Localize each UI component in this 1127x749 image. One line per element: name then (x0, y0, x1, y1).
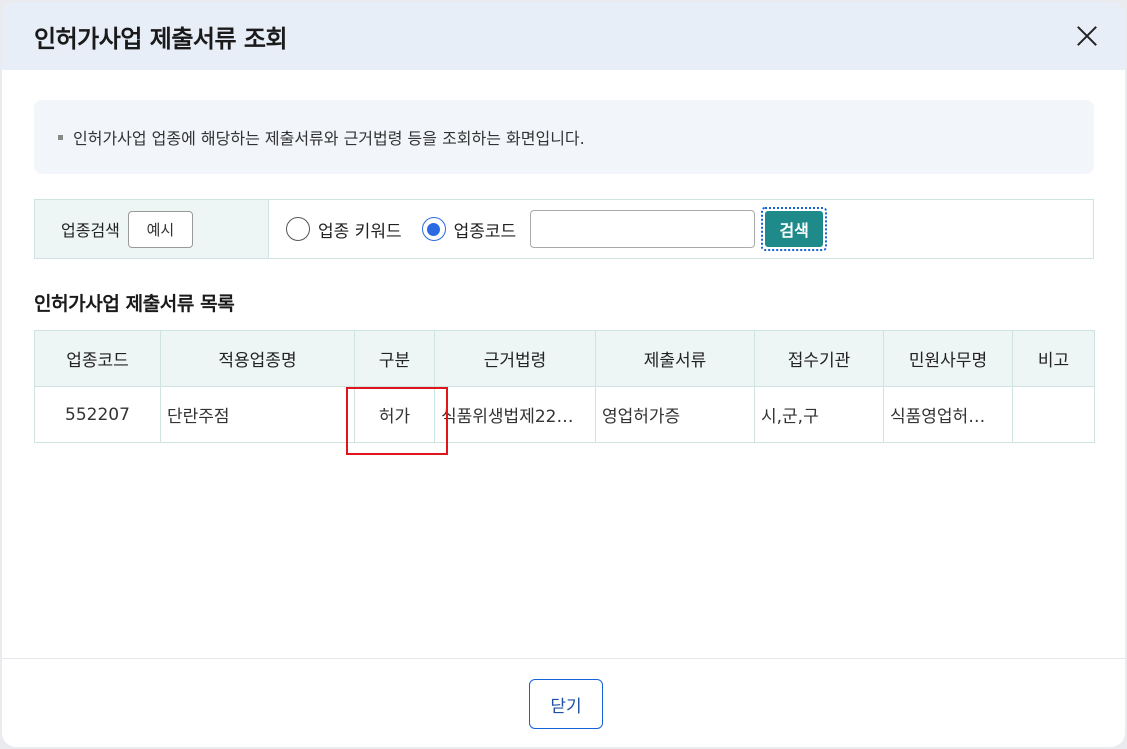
radio-code-label[interactable]: 업종코드 (454, 217, 517, 242)
cell-industry-code: 552207 (34, 386, 161, 443)
search-input[interactable] (530, 210, 756, 248)
search-input-cell: 업종 키워드 업종코드 검색 (269, 200, 1093, 258)
cell-industry-name: 단란주점 (160, 386, 355, 443)
close-icon[interactable] (1071, 20, 1103, 52)
highlight-box (346, 387, 448, 455)
bullet-icon (58, 134, 63, 140)
column-header: 제출서류 (595, 330, 755, 387)
close-button[interactable]: 닫기 (529, 679, 603, 729)
cell-legal-basis[interactable]: 식품위생법제22… (434, 386, 596, 443)
example-button[interactable]: 예시 (127, 210, 193, 248)
info-box: 인허가사업 업종에 해당하는 제출서류와 근거법령 등을 조회하는 화면입니다. (34, 100, 1094, 174)
info-text: 인허가사업 업종에 해당하는 제출서류와 근거법령 등을 조회하는 화면입니다. (73, 129, 585, 148)
footer-divider (2, 658, 1125, 659)
search-button[interactable]: 검색 (761, 207, 828, 251)
radio-keyword[interactable]: 업종 키워드 (286, 217, 402, 242)
modal-dialog: 인허가사업 제출서류 조회 인허가사업 업종에 해당하는 제출서류와 근거법령 … (2, 2, 1125, 747)
column-header: 접수기관 (754, 330, 884, 387)
column-header: 민원사무명 (883, 330, 1013, 387)
cell-agency: 시,군,구 (754, 386, 884, 443)
radio-keyword-label[interactable]: 업종 키워드 (318, 217, 402, 242)
radio-code[interactable]: 업종코드 (421, 217, 517, 242)
modal-header: 인허가사업 제출서류 조회 (2, 2, 1125, 70)
radio-keyword-circle[interactable] (286, 217, 310, 241)
list-title: 인허가사업 제출서류 목록 (34, 293, 235, 315)
column-header: 구분 (354, 330, 435, 387)
radio-code-circle[interactable] (421, 217, 446, 241)
column-header: 업종코드 (34, 330, 161, 387)
column-header: 근거법령 (434, 330, 596, 387)
column-header: 적용업종명 (160, 330, 355, 387)
documents-table: 업종코드 적용업종명 구분 근거법령 제출서류 접수기관 민원사무명 비고 55… (34, 330, 1095, 443)
cell-civil-service[interactable]: 식품영업허… (883, 386, 1013, 443)
table-row[interactable]: 552207 단란주점 허가 식품위생법제22… 영업허가증 시,군,구 식품영… (34, 386, 1095, 443)
table-header-row: 업종코드 적용업종명 구분 근거법령 제출서류 접수기관 민원사무명 비고 (34, 330, 1095, 387)
search-button-label[interactable]: 검색 (765, 211, 824, 247)
search-label: 업종검색 (61, 221, 120, 240)
search-label-cell: 업종검색 예시 (35, 200, 269, 258)
modal-title: 인허가사업 제출서류 조회 (34, 24, 288, 53)
search-row: 업종검색 예시 업종 키워드 업종코드 검색 (34, 199, 1094, 259)
cell-documents: 영업허가증 (595, 386, 755, 443)
column-header: 비고 (1012, 330, 1095, 387)
cell-note (1013, 387, 1095, 443)
